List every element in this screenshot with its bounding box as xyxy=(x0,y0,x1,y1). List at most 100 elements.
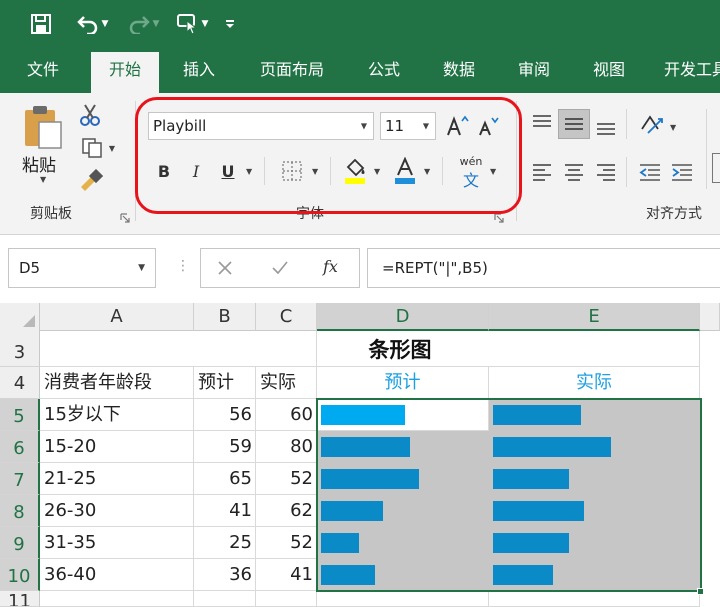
cell-d11[interactable] xyxy=(317,591,489,607)
tab-review[interactable]: 审阅 xyxy=(503,50,565,93)
column-header-d[interactable]: D xyxy=(317,303,489,331)
cell-b11[interactable] xyxy=(194,591,256,607)
name-box[interactable]: D5 ▼ xyxy=(8,248,156,288)
tab-data[interactable]: 数据 xyxy=(428,50,490,93)
fill-handle[interactable] xyxy=(697,588,704,595)
forecast-value-cell[interactable]: 56 xyxy=(194,399,256,431)
actual-value-cell[interactable]: 62 xyxy=(256,495,317,527)
tab-insert[interactable]: 插入 xyxy=(168,50,230,93)
cell-a11[interactable] xyxy=(40,591,194,607)
name-box-dropdown-icon[interactable]: ▼ xyxy=(138,249,145,287)
redo-button[interactable]: ▼ xyxy=(123,10,163,38)
column-header-c[interactable]: C xyxy=(256,303,317,331)
row-header-11[interactable]: 11 xyxy=(0,591,40,607)
row-header-7[interactable]: 7 xyxy=(0,463,40,495)
actual-bar-cell[interactable] xyxy=(489,463,700,495)
decrease-indent-button[interactable] xyxy=(636,159,664,185)
cell-e11[interactable] xyxy=(489,591,700,607)
clipboard-launcher-icon[interactable] xyxy=(120,213,130,223)
age-group-cell[interactable]: 31-35 xyxy=(40,527,194,559)
increase-indent-button[interactable] xyxy=(668,159,696,185)
touch-mode-button[interactable]: ▼ xyxy=(172,10,212,38)
borders-dropdown-icon[interactable]: ▼ xyxy=(312,167,318,176)
actual-value-cell[interactable]: 80 xyxy=(256,431,317,463)
age-group-cell[interactable]: 36-40 xyxy=(40,559,194,591)
forecast-bar-cell[interactable] xyxy=(317,559,489,591)
tab-page-layout[interactable]: 页面布局 xyxy=(247,50,337,93)
align-right-button[interactable] xyxy=(592,159,620,185)
row-header-10[interactable]: 10 xyxy=(0,559,40,591)
header-actual-bar[interactable]: 实际 xyxy=(489,367,700,399)
font-name-combobox[interactable]: Playbill ▼ xyxy=(148,112,374,140)
font-color-dropdown-icon[interactable]: ▼ xyxy=(424,167,430,176)
age-group-cell[interactable]: 26-30 xyxy=(40,495,194,527)
actual-value-cell[interactable]: 52 xyxy=(256,527,317,559)
align-center-button[interactable] xyxy=(560,159,588,185)
font-size-combobox[interactable]: 11 ▼ xyxy=(380,112,436,140)
actual-bar-cell[interactable] xyxy=(489,559,700,591)
tab-formulas[interactable]: 公式 xyxy=(354,50,414,93)
age-group-cell[interactable]: 21-25 xyxy=(40,463,194,495)
age-group-cell[interactable]: 15-20 xyxy=(40,431,194,463)
decrease-font-size-button[interactable] xyxy=(475,113,501,139)
actual-bar-cell[interactable] xyxy=(489,527,700,559)
cut-button[interactable] xyxy=(76,101,104,129)
borders-button[interactable] xyxy=(278,157,306,185)
actual-bar-cell[interactable] xyxy=(489,431,700,463)
wrap-text-icon[interactable] xyxy=(712,153,720,183)
touch-dropdown-icon[interactable]: ▼ xyxy=(202,19,209,29)
undo-dropdown-icon[interactable]: ▼ xyxy=(102,19,109,29)
actual-value-cell[interactable]: 52 xyxy=(256,463,317,495)
phonetic-guide-button[interactable]: wén 文 xyxy=(456,155,486,190)
phonetic-dropdown-icon[interactable]: ▼ xyxy=(490,167,496,176)
actual-bar-cell[interactable] xyxy=(489,399,700,431)
column-header-b[interactable]: B xyxy=(194,303,256,331)
middle-align-button[interactable] xyxy=(558,109,590,139)
copy-dropdown-icon[interactable]: ▼ xyxy=(109,144,115,153)
row-header-5[interactable]: 5 xyxy=(0,399,40,431)
underline-dropdown-icon[interactable]: ▼ xyxy=(246,167,252,176)
row-header-3[interactable]: 3 xyxy=(0,331,40,367)
forecast-bar-cell[interactable] xyxy=(317,495,489,527)
save-button[interactable] xyxy=(26,10,56,38)
actual-bar-cell[interactable] xyxy=(489,495,700,527)
forecast-value-cell[interactable]: 65 xyxy=(194,463,256,495)
header-forecast-bar[interactable]: 预计 xyxy=(317,367,489,399)
actual-value-cell[interactable]: 60 xyxy=(256,399,317,431)
font-launcher-icon[interactable] xyxy=(494,213,504,223)
customize-quick-access-button[interactable] xyxy=(222,10,238,38)
header-age-group[interactable]: 消费者年龄段 xyxy=(40,367,194,399)
font-name-dropdown-icon[interactable]: ▼ xyxy=(361,122,367,131)
paste-label[interactable]: 粘贴 xyxy=(22,151,56,176)
forecast-bar-cell[interactable] xyxy=(317,431,489,463)
format-painter-button[interactable] xyxy=(76,167,106,193)
cancel-icon[interactable] xyxy=(217,260,233,276)
forecast-bar-cell[interactable] xyxy=(317,527,489,559)
forecast-value-cell[interactable]: 36 xyxy=(194,559,256,591)
actual-value-cell[interactable]: 41 xyxy=(256,559,317,591)
forecast-value-cell[interactable]: 25 xyxy=(194,527,256,559)
forecast-bar-cell[interactable] xyxy=(317,463,489,495)
bottom-align-button[interactable] xyxy=(592,113,620,141)
align-left-button[interactable] xyxy=(528,159,556,185)
redo-dropdown-icon[interactable]: ▼ xyxy=(153,19,160,29)
paste-button[interactable] xyxy=(18,103,68,151)
column-header-e[interactable]: E xyxy=(489,303,700,331)
italic-button[interactable]: I xyxy=(184,157,208,185)
font-color-button[interactable] xyxy=(390,155,420,187)
select-all-corner[interactable] xyxy=(0,303,40,331)
underline-button[interactable]: U xyxy=(216,157,240,185)
tab-developer[interactable]: 开发工具 xyxy=(656,50,720,93)
row-header-6[interactable]: 6 xyxy=(0,431,40,463)
chart-title-cell[interactable]: 条形图 xyxy=(194,333,606,367)
top-align-button[interactable] xyxy=(528,111,556,135)
tab-home[interactable]: 开始 xyxy=(91,52,159,93)
increase-font-size-button[interactable] xyxy=(444,113,470,139)
header-forecast[interactable]: 预计 xyxy=(194,367,256,399)
header-actual[interactable]: 实际 xyxy=(256,367,317,399)
formula-input[interactable]: =REPT("|",B5) xyxy=(367,248,720,288)
tab-view[interactable]: 视图 xyxy=(578,50,640,93)
bold-button[interactable]: B xyxy=(152,157,176,185)
age-group-cell[interactable]: 15岁以下 xyxy=(40,399,194,431)
font-size-dropdown-icon[interactable]: ▼ xyxy=(423,122,429,131)
